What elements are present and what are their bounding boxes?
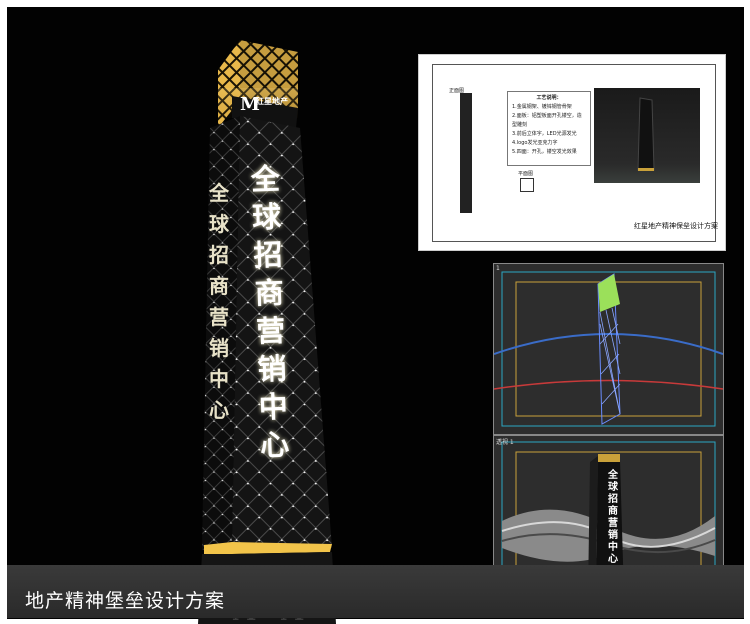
process-notes-box: 工艺说明： 1.金属钢架、镀锌钢管骨架 2.面板：铝塑板面开孔镂空，造型雕刻 3… (507, 91, 591, 166)
drawing-sheet: 正面图 工艺说明： 1.金属钢架、镀锌钢管骨架 2.面板：铝塑板面开孔镂空，造型… (418, 54, 726, 251)
process-note: 5.四面：开孔，镂空发光效果 (512, 149, 577, 155)
viewport-label: 透视 1 (496, 439, 514, 446)
drawing-tower-elevation (460, 93, 472, 213)
plan-label: 平面图 (518, 171, 534, 177)
process-note: 1.金属钢架、镀锌钢管骨架 (512, 104, 572, 110)
drawing-render-thumbnail (594, 88, 700, 183)
tower-logo-text: 红星地产 (256, 97, 288, 106)
image-caption: 地产精神堡垒设计方案 (25, 590, 226, 612)
tower-side-text: 全球招商营销中心 (209, 181, 229, 422)
viewport-tower-text: 全球招商营销中心 (608, 470, 618, 565)
process-note: 4.logo发光亚克力字 (512, 140, 558, 146)
process-note: 3.前后立体字，LED光源发光 (512, 131, 577, 137)
drawing-plan-view (520, 178, 534, 192)
process-note: 2.面板：铝塑板面开孔镂空，造型雕刻 (512, 113, 582, 128)
viewport-wireframe: 1 (493, 263, 724, 435)
viewport-label: 1 (496, 265, 500, 272)
process-notes-title: 工艺说明： (536, 95, 562, 101)
drawing-caption: 红星地产精神保垒设计方案 (634, 222, 718, 230)
